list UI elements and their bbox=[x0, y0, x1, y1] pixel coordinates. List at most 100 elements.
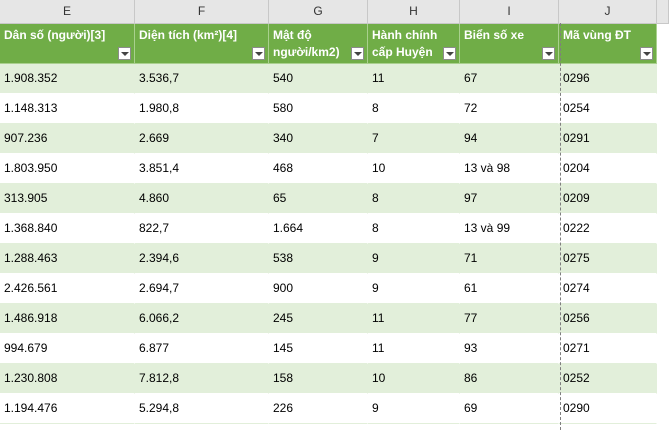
cell-hanh-chinh[interactable]: 9 bbox=[368, 274, 460, 304]
cell-dien-tich[interactable]: 3.536,7 bbox=[135, 64, 269, 94]
column-header-e[interactable]: E bbox=[0, 0, 135, 23]
cell-bien-so[interactable]: 67 bbox=[460, 64, 559, 94]
cell-bien-so[interactable]: 71 bbox=[460, 244, 559, 274]
cell-bien-so[interactable]: 77 bbox=[460, 304, 559, 334]
cell-bien-so[interactable]: 94 bbox=[460, 124, 559, 154]
cell-ma-vung[interactable]: 0296 bbox=[559, 64, 657, 94]
filter-dropdown-icon[interactable] bbox=[252, 47, 265, 60]
cell-mat-do[interactable]: 580 bbox=[269, 94, 368, 124]
cell-ma-vung[interactable]: 0271 bbox=[559, 334, 657, 364]
cell-mat-do[interactable]: 245 bbox=[269, 304, 368, 334]
empty-cell[interactable] bbox=[657, 394, 669, 424]
cell-hanh-chinh[interactable]: 10 bbox=[368, 154, 460, 184]
cell-ma-vung[interactable]: 0291 bbox=[559, 124, 657, 154]
cell-dien-tich[interactable]: 822,7 bbox=[135, 214, 269, 244]
column-header-g[interactable]: G bbox=[269, 0, 368, 23]
cell-mat-do[interactable]: 540 bbox=[269, 64, 368, 94]
cell-dan-so[interactable]: 1.148.313 bbox=[0, 94, 135, 124]
empty-cell[interactable] bbox=[657, 94, 669, 124]
cell-bien-so[interactable]: 93 bbox=[460, 334, 559, 364]
cell-hanh-chinh[interactable]: 9 bbox=[368, 244, 460, 274]
cell-dien-tich[interactable]: 3.851,4 bbox=[135, 154, 269, 184]
cell-hanh-chinh[interactable]: 9 bbox=[368, 394, 460, 424]
cell-mat-do[interactable]: 65 bbox=[269, 184, 368, 214]
filter-dropdown-icon[interactable] bbox=[640, 47, 653, 60]
filter-dropdown-icon[interactable] bbox=[118, 47, 131, 60]
cell-dan-so[interactable]: 1.288.463 bbox=[0, 244, 135, 274]
cell-dien-tich[interactable]: 7.812,8 bbox=[135, 364, 269, 394]
cell-bien-so[interactable]: 86 bbox=[460, 364, 559, 394]
cell-hanh-chinh[interactable]: 10 bbox=[368, 364, 460, 394]
cell-mat-do[interactable]: 158 bbox=[269, 364, 368, 394]
cell-dien-tich[interactable]: 6.066,2 bbox=[135, 304, 269, 334]
cell-dan-so[interactable]: 1.194.476 bbox=[0, 394, 135, 424]
cell-dan-so[interactable]: 1.230.808 bbox=[0, 364, 135, 394]
cell-hanh-chinh[interactable]: 11 bbox=[368, 64, 460, 94]
empty-cell[interactable] bbox=[657, 364, 669, 394]
cell-dan-so[interactable]: 1.803.950 bbox=[0, 154, 135, 184]
cell-dien-tich[interactable]: 4.860 bbox=[135, 184, 269, 214]
header-cell-mat-do[interactable]: Mật độ người/km2) bbox=[269, 24, 368, 64]
cell-dan-so[interactable]: 2.426.561 bbox=[0, 274, 135, 304]
filter-dropdown-icon[interactable] bbox=[351, 47, 364, 60]
cell-dan-so[interactable]: 994.679 bbox=[0, 334, 135, 364]
empty-cell[interactable] bbox=[657, 274, 669, 304]
header-cell-ma-vung[interactable]: Mã vùng ĐT bbox=[559, 24, 657, 64]
cell-hanh-chinh[interactable]: 7 bbox=[368, 124, 460, 154]
cell-hanh-chinh[interactable]: 11 bbox=[368, 304, 460, 334]
header-cell-dan-so[interactable]: Dân số (người)[3] bbox=[0, 24, 135, 64]
cell-ma-vung[interactable]: 0204 bbox=[559, 154, 657, 184]
cell-bien-so[interactable]: 13 và 98 bbox=[460, 154, 559, 184]
empty-cell[interactable] bbox=[657, 334, 669, 364]
filter-dropdown-icon[interactable] bbox=[542, 47, 555, 60]
cell-dien-tich[interactable]: 5.294,8 bbox=[135, 394, 269, 424]
cell-dan-so[interactable]: 907.236 bbox=[0, 124, 135, 154]
cell-mat-do[interactable]: 468 bbox=[269, 154, 368, 184]
cell-ma-vung[interactable]: 0222 bbox=[559, 214, 657, 244]
cell-dien-tich[interactable]: 2.669 bbox=[135, 124, 269, 154]
empty-cell[interactable] bbox=[657, 64, 669, 94]
cell-hanh-chinh[interactable]: 8 bbox=[368, 94, 460, 124]
cell-mat-do[interactable]: 145 bbox=[269, 334, 368, 364]
cell-dan-so[interactable]: 1.908.352 bbox=[0, 64, 135, 94]
cell-mat-do[interactable]: 226 bbox=[269, 394, 368, 424]
cell-ma-vung[interactable]: 0252 bbox=[559, 364, 657, 394]
empty-cell[interactable] bbox=[657, 184, 669, 214]
header-cell-bien-so[interactable]: Biển số xe bbox=[460, 24, 559, 64]
empty-cell[interactable] bbox=[657, 214, 669, 244]
cell-dien-tich[interactable]: 1.980,8 bbox=[135, 94, 269, 124]
empty-cell[interactable] bbox=[657, 304, 669, 334]
cell-ma-vung[interactable]: 0275 bbox=[559, 244, 657, 274]
cell-bien-so[interactable]: 97 bbox=[460, 184, 559, 214]
cell-mat-do[interactable]: 340 bbox=[269, 124, 368, 154]
header-cell-dien-tich[interactable]: Diện tích (km²)[4] bbox=[135, 24, 269, 64]
cell-bien-so[interactable]: 72 bbox=[460, 94, 559, 124]
cell-dan-so[interactable]: 1.486.918 bbox=[0, 304, 135, 334]
cell-ma-vung[interactable]: 0290 bbox=[559, 394, 657, 424]
empty-cell[interactable] bbox=[657, 244, 669, 274]
empty-cell[interactable] bbox=[657, 124, 669, 154]
cell-dien-tich[interactable]: 6.877 bbox=[135, 334, 269, 364]
cell-ma-vung[interactable]: 0274 bbox=[559, 274, 657, 304]
cell-bien-so[interactable]: 13 và 99 bbox=[460, 214, 559, 244]
cell-dien-tich[interactable]: 2.694,7 bbox=[135, 274, 269, 304]
column-header-i[interactable]: I bbox=[460, 0, 559, 23]
cell-bien-so[interactable]: 61 bbox=[460, 274, 559, 304]
filter-dropdown-icon[interactable] bbox=[443, 47, 456, 60]
cell-hanh-chinh[interactable]: 8 bbox=[368, 214, 460, 244]
column-header-h[interactable]: H bbox=[368, 0, 460, 23]
cell-ma-vung[interactable]: 0254 bbox=[559, 94, 657, 124]
cell-mat-do[interactable]: 538 bbox=[269, 244, 368, 274]
column-header-k[interactable] bbox=[657, 0, 669, 23]
cell-hanh-chinh[interactable]: 8 bbox=[368, 184, 460, 214]
cell-dan-so[interactable]: 1.368.840 bbox=[0, 214, 135, 244]
header-cell-hanh-chinh[interactable]: Hành chính cấp Huyện bbox=[368, 24, 460, 64]
column-header-f[interactable]: F bbox=[135, 0, 269, 23]
cell-bien-so[interactable]: 69 bbox=[460, 394, 559, 424]
column-header-j[interactable]: J bbox=[559, 0, 657, 23]
cell-hanh-chinh[interactable]: 11 bbox=[368, 334, 460, 364]
cell-ma-vung[interactable]: 0209 bbox=[559, 184, 657, 214]
cell-mat-do[interactable]: 900 bbox=[269, 274, 368, 304]
empty-cell[interactable] bbox=[657, 154, 669, 184]
empty-cell[interactable] bbox=[657, 24, 669, 64]
